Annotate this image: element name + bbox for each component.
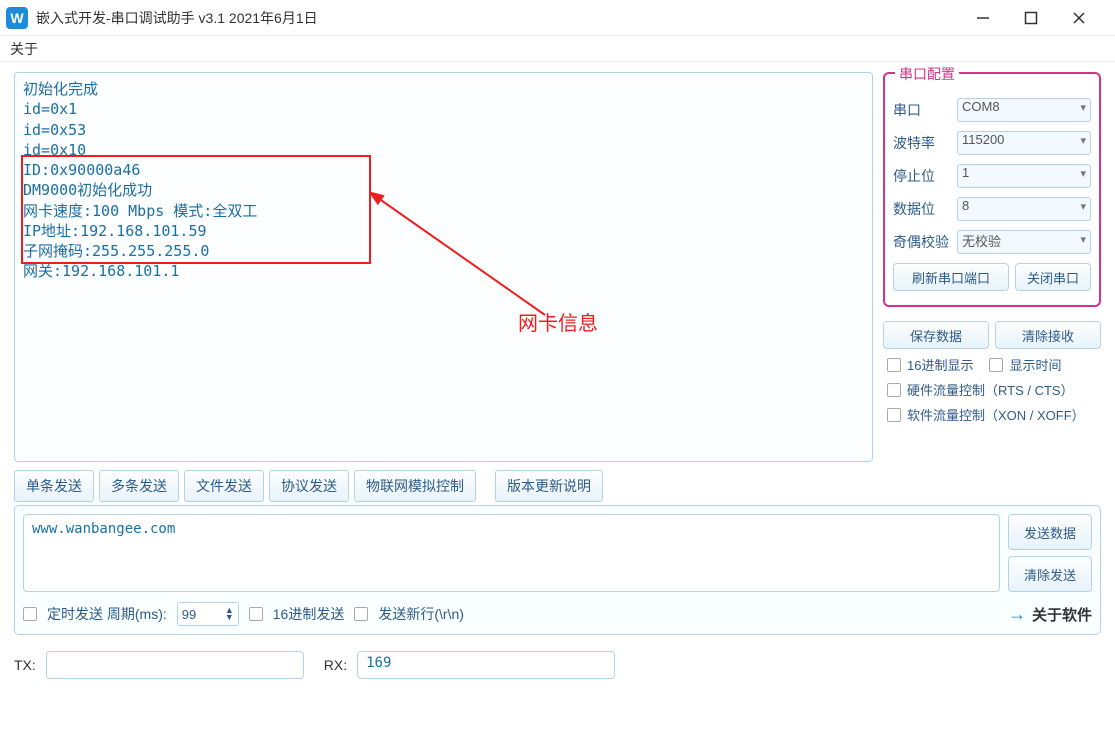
terminal-line: ID:0x90000a46 xyxy=(23,160,864,180)
terminal-line: DM9000初始化成功 xyxy=(23,180,864,200)
terminal-line: 网关:192.168.101.1 xyxy=(23,261,864,281)
tab-single[interactable]: 单条发送 xyxy=(14,470,94,502)
parity-select[interactable]: 无校验 xyxy=(957,230,1091,254)
send-panel: 发送数据 清除发送 定时发送 周期(ms): 99 ▲▼ 16进制发送 发送新行… xyxy=(14,505,1101,635)
app-icon: W xyxy=(6,7,28,29)
hex-display-checkbox[interactable] xyxy=(887,358,901,372)
clear-recv-button[interactable]: 清除接收 xyxy=(995,321,1101,349)
stopbit-label: 停止位 xyxy=(893,166,957,186)
send-textarea[interactable] xyxy=(23,514,1000,592)
stopbit-select[interactable]: 1 xyxy=(957,164,1091,188)
terminal-line: 子网掩码:255.255.255.0 xyxy=(23,241,864,261)
side-panel: 串口配置 串口 COM8 波特率 115200 停止位 1 数据位 8 xyxy=(883,72,1101,462)
tab-file[interactable]: 文件发送 xyxy=(184,470,264,502)
config-legend: 串口配置 xyxy=(895,64,959,84)
tab-proto[interactable]: 协议发送 xyxy=(269,470,349,502)
timer-send-checkbox[interactable] xyxy=(23,607,37,621)
databit-label: 数据位 xyxy=(893,199,957,219)
newline-checkbox[interactable] xyxy=(354,607,368,621)
rx-field[interactable]: 169 xyxy=(357,651,615,679)
menu-about[interactable]: 关于 xyxy=(10,41,38,57)
sw-flow-checkbox[interactable] xyxy=(887,408,901,422)
maximize-icon[interactable] xyxy=(1021,8,1041,28)
arrow-right-icon: → xyxy=(1008,604,1026,625)
show-time-label: 显示时间 xyxy=(1009,355,1061,374)
send-data-button[interactable]: 发送数据 xyxy=(1008,514,1092,550)
timer-send-label: 定时发送 周期(ms): xyxy=(47,604,167,624)
about-software-link[interactable]: → 关于软件 xyxy=(1008,604,1092,625)
clear-send-button[interactable]: 清除发送 xyxy=(1008,556,1092,592)
about-software-label: 关于软件 xyxy=(1032,604,1092,625)
minimize-icon[interactable] xyxy=(973,8,993,28)
hex-display-label: 16进制显示 xyxy=(907,355,973,374)
close-icon[interactable] xyxy=(1069,8,1089,28)
window-title: 嵌入式开发-串口调试助手 v3.1 2021年6月1日 xyxy=(36,8,318,28)
status-bar: TX: RX: 169 xyxy=(0,635,1115,695)
tab-iot[interactable]: 物联网模拟控制 xyxy=(354,470,476,502)
tab-update[interactable]: 版本更新说明 xyxy=(495,470,603,502)
terminal-line: id=0x53 xyxy=(23,120,864,140)
terminal-line: 初始化完成 xyxy=(23,79,864,99)
refresh-port-button[interactable]: 刷新串口端口 xyxy=(893,263,1009,291)
baud-select[interactable]: 115200 xyxy=(957,131,1091,155)
terminal-line: 网卡速度:100 Mbps 模式:全双工 xyxy=(23,201,864,221)
parity-label: 奇偶校验 xyxy=(893,232,957,252)
port-label: 串口 xyxy=(893,100,957,120)
serial-config-group: 串口配置 串口 COM8 波特率 115200 停止位 1 数据位 8 xyxy=(883,72,1101,307)
rx-label: RX: xyxy=(324,657,347,673)
baud-label: 波特率 xyxy=(893,133,957,153)
terminal-line: id=0x1 xyxy=(23,99,864,119)
terminal-line: IP地址:192.168.101.59 xyxy=(23,221,864,241)
timer-value: 99 xyxy=(182,607,196,622)
receive-terminal[interactable]: 初始化完成 id=0x1 id=0x53 id=0x10 ID:0x90000a… xyxy=(14,72,873,462)
window-titlebar: W 嵌入式开发-串口调试助手 v3.1 2021年6月1日 xyxy=(0,0,1115,36)
terminal-line: id=0x10 xyxy=(23,140,864,160)
sw-flow-label: 软件流量控制（XON / XOFF） xyxy=(907,405,1085,424)
menubar: 关于 xyxy=(0,36,1115,62)
tx-field[interactable] xyxy=(46,651,304,679)
hex-send-checkbox[interactable] xyxy=(249,607,263,621)
show-time-checkbox[interactable] xyxy=(989,358,1003,372)
close-port-button[interactable]: 关闭串口 xyxy=(1015,263,1091,291)
timer-spinner[interactable]: 99 ▲▼ xyxy=(177,602,239,626)
hw-flow-label: 硬件流量控制（RTS / CTS） xyxy=(907,380,1074,399)
hex-send-label: 16进制发送 xyxy=(273,604,345,624)
save-data-button[interactable]: 保存数据 xyxy=(883,321,989,349)
send-tabs: 单条发送 多条发送 文件发送 协议发送 物联网模拟控制 版本更新说明 xyxy=(14,470,1101,502)
databit-select[interactable]: 8 xyxy=(957,197,1091,221)
hw-flow-checkbox[interactable] xyxy=(887,383,901,397)
tab-multi[interactable]: 多条发送 xyxy=(99,470,179,502)
newline-label: 发送新行(\r\n) xyxy=(378,604,464,624)
tx-label: TX: xyxy=(14,657,36,673)
port-select[interactable]: COM8 xyxy=(957,98,1091,122)
window-controls xyxy=(973,8,1109,28)
